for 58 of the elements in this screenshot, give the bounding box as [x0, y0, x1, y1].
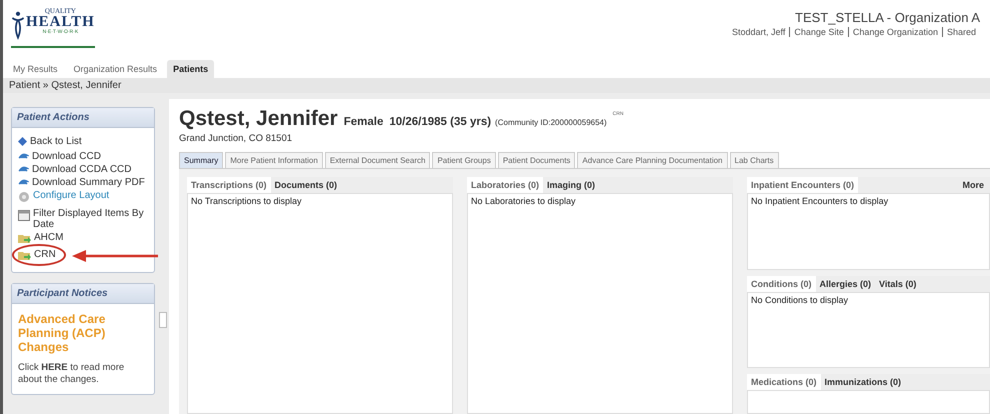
action-link[interactable]: CRN [34, 249, 56, 260]
action-link[interactable]: Back to List [30, 136, 82, 147]
action-link[interactable]: Configure Layout [33, 190, 110, 201]
empty-message: No Transcriptions to display [191, 196, 302, 206]
panel-title: Participant Notices [12, 284, 154, 304]
header-link[interactable]: Change Organization [848, 27, 942, 37]
folder-icon [18, 250, 31, 261]
action-link[interactable]: AHCM [34, 232, 64, 243]
empty-message: No Laboratories to display [471, 196, 576, 206]
panel-tab[interactable]: Allergies (0) [816, 276, 876, 292]
tab[interactable]: More Patient Information [225, 152, 323, 168]
collapse-handle[interactable] [159, 312, 167, 328]
calendar-icon [18, 209, 30, 221]
notice-text: Click HERE to read more about the changes. [17, 361, 126, 386]
action-link[interactable]: Download CCDA CCD [32, 164, 132, 175]
tab[interactable]: Summary [179, 152, 224, 168]
breadcrumb: Patient » Qstest, Jennifer [3, 78, 990, 93]
header-link[interactable]: Shared [942, 27, 980, 37]
panel-tab[interactable]: Laboratories (0) [467, 177, 544, 193]
panel-tab[interactable]: Vitals (0) [875, 276, 920, 292]
tab[interactable]: Patient Groups [432, 152, 496, 168]
panel-tab[interactable]: Immunizations (0) [820, 374, 906, 390]
patient-dob: 10/26/1985 (35 yrs) [389, 116, 492, 128]
header-link[interactable]: Change Site [789, 27, 848, 37]
logo-text: HEALTH [26, 15, 95, 30]
empty-message: No Inpatient Encounters to display [751, 196, 888, 206]
tab[interactable]: Advance Care Planning Documentation [577, 152, 728, 168]
panel-tab[interactable]: Inpatient Encounters (0) [747, 177, 858, 193]
empty-message: No Conditions to display [751, 294, 848, 304]
patient-address: Grand Junction, CO 81501 [179, 133, 294, 144]
curved-arrow-icon [18, 178, 29, 185]
panel-tab[interactable]: Conditions (0) [747, 276, 816, 292]
more-link[interactable]: More [962, 180, 990, 190]
nav-tab[interactable]: Organization Results [68, 60, 164, 78]
action-link[interactable]: Download CCD [32, 151, 101, 162]
panel-tab[interactable]: Transcriptions (0) [187, 177, 271, 193]
panel-tab[interactable]: Imaging (0) [543, 177, 600, 193]
patient-gender: Female [344, 116, 384, 128]
nav-tab[interactable]: My Results [7, 60, 64, 78]
organization-title: TEST_STELLA - Organization A [794, 10, 980, 25]
panel-title: Patient Actions [12, 108, 154, 128]
tab[interactable]: Patient Documents [498, 152, 576, 168]
action-link[interactable]: Filter Displayed Items By Date [33, 208, 150, 230]
curved-arrow-icon [18, 152, 29, 159]
notice-headline: Advanced Care Planning (ACP) Changes [17, 311, 106, 354]
gear-icon [18, 191, 30, 203]
tab[interactable]: Lab Charts [730, 152, 779, 168]
nav-tab[interactable]: Patients [167, 60, 214, 78]
header-link[interactable]: Stoddart, Jeff [728, 27, 790, 37]
curved-arrow-icon [18, 165, 29, 172]
panel-tab[interactable]: Documents (0) [270, 177, 342, 193]
folder-icon [18, 233, 31, 244]
community-id: (Community ID:200000059654) [495, 118, 607, 127]
patient-name: Qstest, Jennifer [179, 107, 338, 131]
diamond-icon [18, 137, 27, 146]
tab[interactable]: External Document Search [324, 152, 430, 168]
action-link[interactable]: Download Summary PDF [32, 177, 145, 188]
panel-tab[interactable]: Medications (0) [747, 374, 821, 390]
